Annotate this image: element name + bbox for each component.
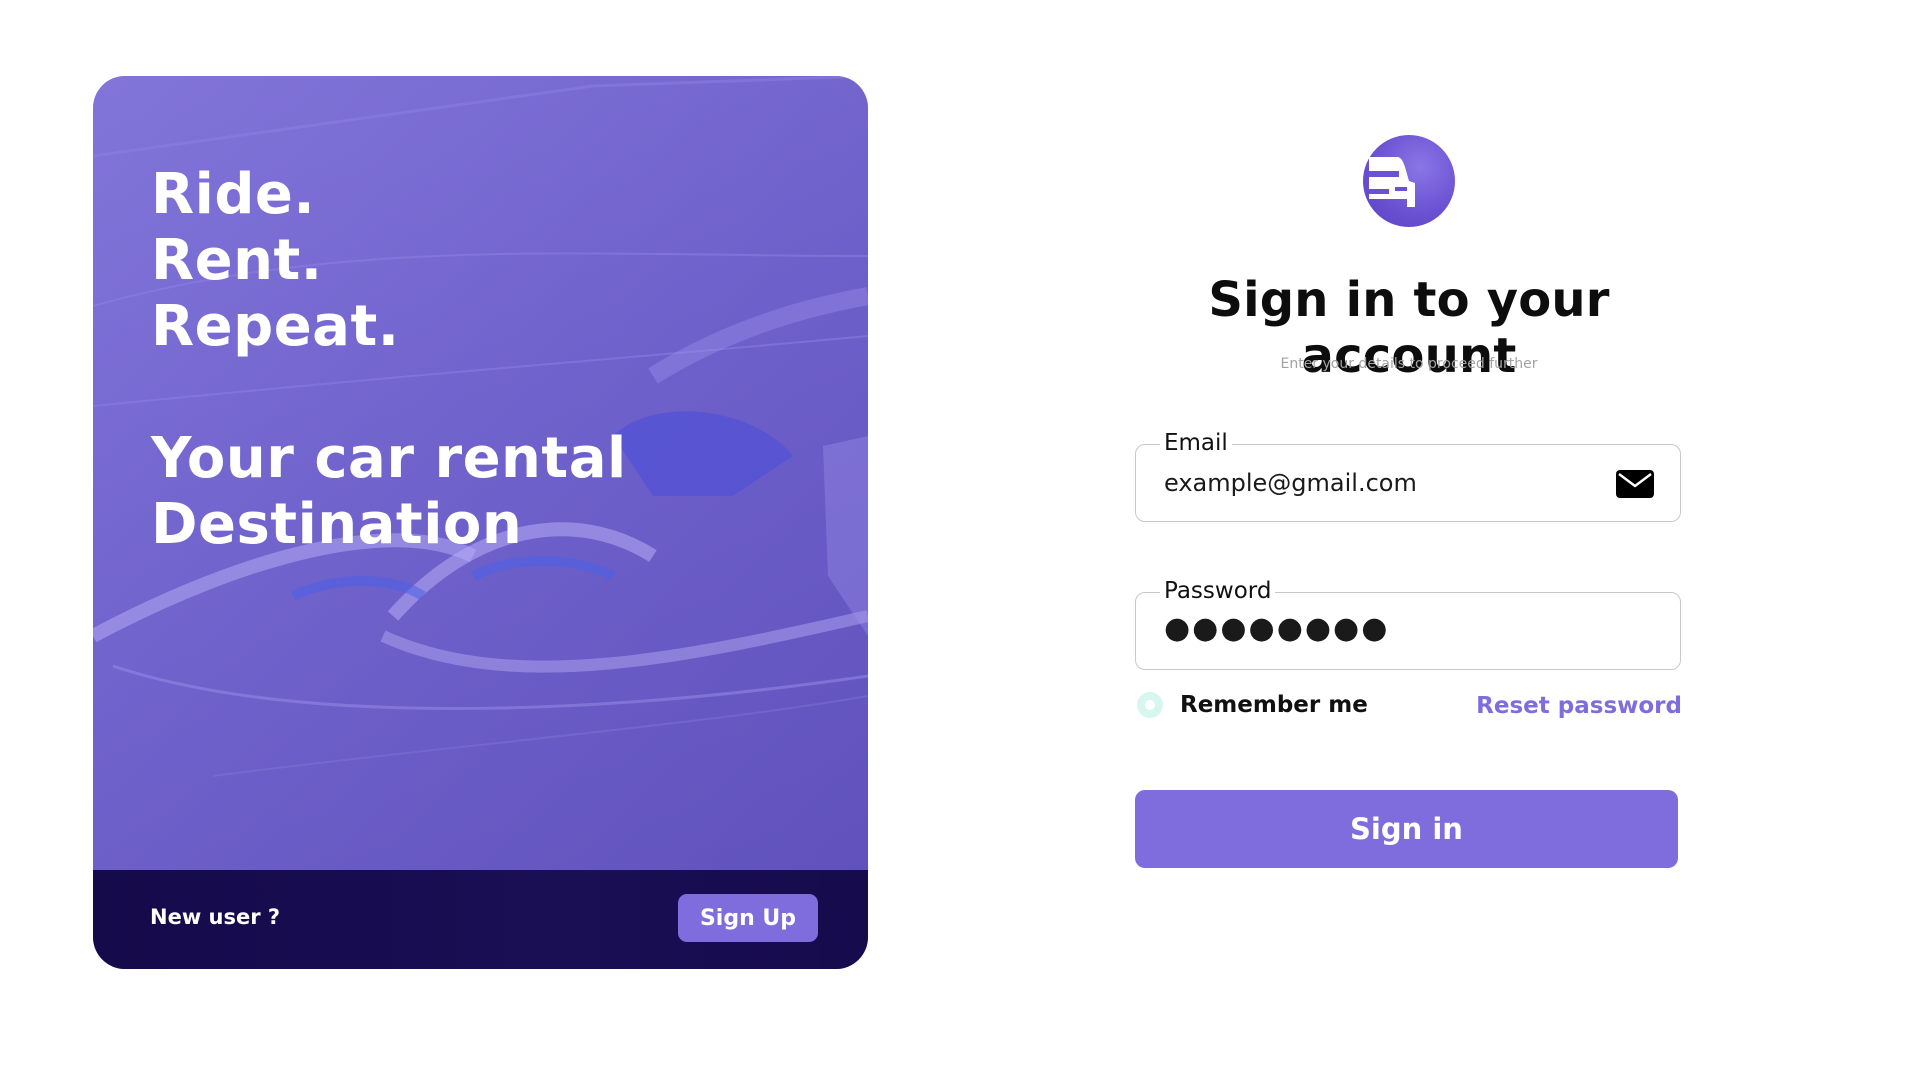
remember-me-label: Remember me [1180,692,1368,718]
headline-line: Repeat. [151,294,400,359]
tagline-line: Your car rental [151,426,627,491]
email-input[interactable] [1164,465,1604,501]
email-field: Email [1135,429,1681,522]
password-field: Password [1135,577,1681,670]
password-input[interactable] [1164,610,1604,646]
remember-me-radio[interactable] [1137,692,1163,718]
new-user-text: New user ? [150,905,281,929]
sign-in-button[interactable]: Sign in [1135,790,1678,868]
headline-line: Rent. [151,228,323,293]
remember-me[interactable]: Remember me [1137,690,1368,720]
tagline-line: Destination [151,492,523,557]
email-label: Email [1160,429,1232,457]
car-front-icon [1369,157,1415,207]
app-logo [1363,135,1455,227]
sign-up-button[interactable]: Sign Up [678,894,818,942]
page-subtitle: Enter your details to proceed further [1280,356,1538,372]
reset-password-link[interactable]: Reset password [1476,693,1682,719]
promo-footer: New user ? Sign Up [93,870,868,969]
mail-icon [1616,470,1654,498]
headline-spacer [151,360,627,426]
promo-headline: Ride. Rent. Repeat. Your car rental Dest… [151,162,627,558]
password-label: Password [1160,577,1276,605]
promo-card: Ride. Rent. Repeat. Your car rental Dest… [93,76,868,969]
headline-line: Ride. [151,162,316,227]
